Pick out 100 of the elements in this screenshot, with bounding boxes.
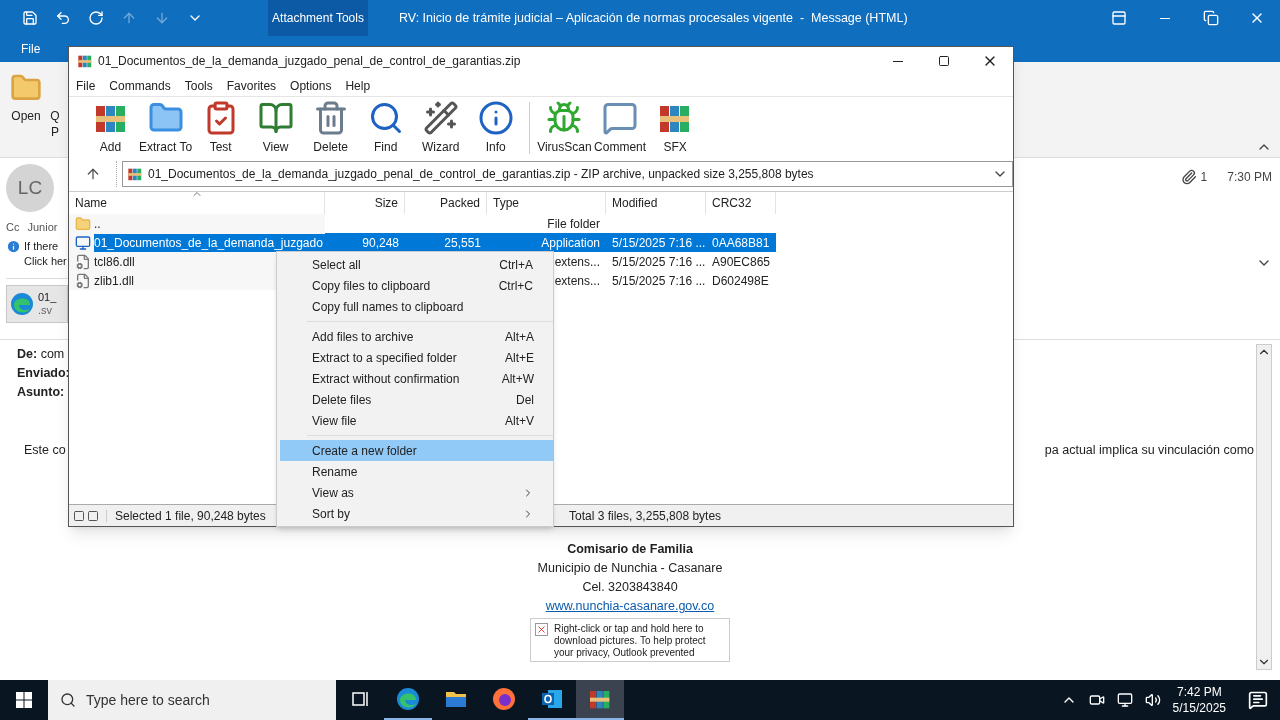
modified-cell-text: 5/15/2025 7:16 ... (611, 272, 706, 290)
quick-access-button[interactable] (86, 8, 106, 28)
mail-icon (540, 687, 564, 711)
archive-window-title: 01_Documentos_de_la_demanda_juzgado_penal_de_control_de_garantias.zip (98, 53, 521, 70)
window-title: RV: Inicio de trámite judicial – Aplicación de normas procesales vigente - Message (HTML) (399, 9, 908, 27)
menu-item[interactable]: View file Alt+V (280, 410, 554, 431)
menu-item[interactable]: Copy files to clipboard Ctrl+C (277, 275, 553, 296)
menu-item[interactable]: Options (290, 76, 332, 95)
crc-cell-text: A90EC865 (711, 253, 772, 271)
toolbar-button[interactable]: Comment (592, 100, 648, 156)
menu-item[interactable]: Create a new folder (280, 440, 554, 461)
packed-cell-text: 25,551 (444, 234, 481, 252)
book-icon (257, 100, 294, 136)
column-header[interactable]: Type (487, 192, 606, 214)
column-header[interactable]: Modified (606, 192, 706, 214)
signature-title: Comisario de Familia (567, 540, 693, 558)
fox-icon (492, 687, 516, 711)
size-cell-text: 90,248 (362, 234, 399, 252)
windows-icon (16, 692, 32, 708)
column-header[interactable]: Size (325, 192, 405, 214)
toolbar-button[interactable]: View (248, 100, 304, 156)
menu-item[interactable]: Tools (184, 76, 213, 95)
menu-item[interactable]: Commands (109, 76, 171, 95)
status-selection: Selected 1 file, 90,248 bytes (115, 507, 266, 525)
wand-icon (422, 100, 459, 136)
taskbar-search-field[interactable]: Type here to search (48, 680, 336, 720)
context-tab-label: Attachment Tools (268, 0, 368, 36)
menu-item[interactable]: Help (345, 76, 371, 95)
folder-icon (75, 215, 91, 232)
restore-icon (1203, 10, 1219, 26)
camera-icon[interactable] (1088, 692, 1105, 708)
file-name[interactable]: 01_Documentos_de_la_demanda_juzgado (94, 233, 327, 252)
body-text: pa actual implica su vinculación como (1044, 442, 1254, 459)
menu-item[interactable]: View as (280, 482, 554, 503)
notification-icon[interactable] (1248, 690, 1268, 710)
file-name[interactable]: .. (94, 214, 101, 233)
column-header[interactable]: Packed (405, 192, 487, 214)
search-icon (60, 692, 76, 708)
toolbar-button[interactable]: VirusScan (536, 100, 593, 156)
menu-item[interactable]: Copy full names to clipboard (277, 296, 553, 317)
ribbon-button[interactable]: Q P (50, 72, 60, 140)
swirl-icon (10, 291, 34, 316)
info-text: Click her (24, 253, 67, 269)
toolbar-button[interactable]: Delete (303, 100, 359, 156)
menu-item[interactable]: File (76, 76, 96, 95)
toolbar-button[interactable]: Test (193, 100, 249, 156)
volume-icon[interactable] (1144, 692, 1161, 708)
toolbar-button[interactable]: Extract To (138, 100, 194, 156)
received-time: 7:30 PM (1227, 169, 1272, 186)
blocked-image: Right-click or tap and hold here to download pictures. To help protect your privacy, Outlook prevented (530, 617, 730, 662)
archive-icon (127, 166, 143, 182)
status-total: Total 3 files, 3,255,808 bytes (568, 507, 722, 525)
speech-bubble-icon (602, 100, 639, 136)
address-field[interactable]: 01_Documentos_de_la_demanda_juzgado_penal_de_control_de_garantias.zip - ZIP archive, unpacked size 3,255,808 bytes (122, 161, 1013, 187)
toolbar-button[interactable]: Find (358, 100, 414, 156)
ribbon-display-icon (1111, 10, 1127, 26)
cc-value: Junior (27, 220, 58, 235)
ribbon-button[interactable]: Open (10, 72, 42, 124)
maximize-icon (938, 55, 950, 67)
body-text: Este co (24, 442, 66, 459)
file-name[interactable]: tcl86.dll (94, 252, 135, 271)
type-cell-text: extens... (554, 253, 600, 271)
attachment-count: 1 (1200, 169, 1208, 186)
type-cell-text: File folder (547, 215, 600, 233)
menu-item[interactable]: Favorites (226, 76, 277, 95)
avatar: LC (6, 164, 54, 212)
cc-label: Cc (6, 220, 20, 235)
taskbar-app-button[interactable] (576, 680, 624, 720)
crc-cell-text: D602498E (711, 272, 770, 290)
website-link[interactable]: www.nunchia-casanare.gov.co (545, 596, 715, 616)
scrollbar[interactable] (1256, 344, 1272, 670)
menu-item[interactable]: Rename (280, 461, 554, 482)
column-header[interactable]: CRC32 (706, 192, 776, 214)
clock[interactable]: 7:42 PM 5/15/2025 (1172, 684, 1226, 716)
signature-line: Municipio de Nunchia - Casanare (537, 559, 723, 577)
menu-item[interactable]: Extract to a specified folder Alt+E (280, 347, 554, 368)
ribbon-tab[interactable]: File (19, 40, 43, 58)
menu-item[interactable]: Delete files Del (280, 389, 554, 410)
type-cell-text: extens... (554, 272, 600, 290)
toolbar-button[interactable]: Info (468, 100, 524, 156)
broken-image-icon (535, 622, 548, 636)
menu-item[interactable]: Add files to archive Alt+A (280, 326, 554, 347)
menu-item[interactable]: Sort by (280, 503, 554, 524)
redo-icon (88, 10, 104, 26)
modified-cell-text: 5/15/2025 7:16 ... (611, 253, 706, 271)
header-field: Asunto: (17, 383, 65, 402)
header-field: Enviado: (17, 364, 70, 383)
toolbar-button[interactable]: Wizard (413, 100, 469, 156)
toolbar-button[interactable]: Add (83, 100, 138, 156)
task-view-icon (350, 689, 370, 709)
info-icon (477, 100, 514, 136)
minimize-icon (1160, 17, 1170, 19)
toolbar-button[interactable]: SFX (647, 100, 703, 156)
menu-item[interactable]: Select all Ctrl+A (277, 254, 553, 275)
up-arrow-icon (121, 10, 137, 26)
quick-access-button[interactable] (20, 8, 40, 28)
info-text: If there (24, 238, 60, 254)
file-name[interactable]: zlib1.dll (94, 271, 135, 290)
menu-item[interactable]: Extract without confirmation Alt+W (280, 368, 554, 389)
attachment-tile[interactable]: 01_ .sv (6, 284, 68, 323)
